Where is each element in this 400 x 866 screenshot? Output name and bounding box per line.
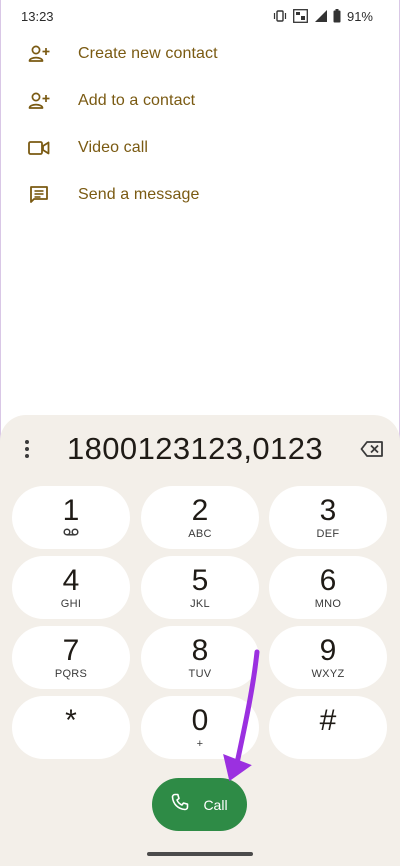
key-letters: PQRS — [54, 667, 88, 680]
battery-percentage: 91% — [346, 8, 373, 24]
key-digit: # — [319, 703, 337, 737]
key-letters: TUV — [188, 667, 212, 680]
person-add-icon — [27, 42, 51, 66]
key-8[interactable]: 8 TUV — [141, 626, 259, 689]
key-letters: ABC — [188, 527, 212, 540]
key-letters: JKL — [190, 597, 210, 610]
key-digit: 8 — [191, 633, 209, 667]
contact-action-list: Create new contact Add to a contact Vide… — [0, 30, 400, 218]
status-icons: 91% — [273, 9, 373, 24]
key-2[interactable]: 2 ABC — [141, 486, 259, 549]
key-digit: 0 — [191, 703, 209, 737]
video-camera-icon — [27, 136, 51, 160]
call-label: Call — [203, 796, 228, 813]
key-letters: WXYZ — [311, 667, 345, 680]
call-button[interactable]: Call — [152, 778, 247, 831]
key-digit: * — [65, 703, 77, 737]
key-4[interactable]: 4 GHI — [12, 556, 130, 619]
battery-icon — [333, 9, 341, 23]
dialed-number[interactable]: 1800123123,0123 — [45, 429, 345, 469]
backspace-icon[interactable] — [358, 435, 386, 463]
add-to-contact-item[interactable]: Add to a contact — [0, 77, 400, 124]
key-letters: GHI — [60, 597, 82, 610]
key-5[interactable]: 5 JKL — [141, 556, 259, 619]
key-letters: MNO — [314, 597, 342, 610]
home-indicator[interactable] — [147, 852, 253, 856]
volte-icon — [293, 9, 308, 23]
key-digit: 6 — [319, 563, 337, 597]
key-hash[interactable]: # — [269, 696, 387, 759]
key-letters: + — [196, 737, 204, 750]
key-star[interactable]: * — [12, 696, 130, 759]
key-9[interactable]: 9 WXYZ — [269, 626, 387, 689]
phone-icon — [171, 793, 189, 816]
status-time: 13:23 — [21, 8, 54, 24]
send-message-label: Send a message — [78, 185, 200, 203]
key-digit: 3 — [319, 493, 337, 527]
create-new-contact-item[interactable]: Create new contact — [0, 30, 400, 77]
send-message-item[interactable]: Send a message — [0, 171, 400, 218]
key-digit: 1 — [62, 493, 80, 527]
key-1[interactable]: 1 — [12, 486, 130, 549]
signal-icon — [314, 10, 327, 22]
key-0[interactable]: 0 + — [141, 696, 259, 759]
key-letters: DEF — [316, 527, 340, 540]
video-call-item[interactable]: Video call — [0, 124, 400, 171]
voicemail-icon — [63, 527, 79, 541]
status-bar: 13:23 91% — [0, 0, 400, 32]
person-add-icon — [27, 89, 51, 113]
key-digit: 2 — [191, 493, 209, 527]
create-new-contact-label: Create new contact — [78, 44, 218, 62]
message-icon — [27, 183, 51, 207]
key-digit: 7 — [62, 633, 80, 667]
key-digit: 4 — [62, 563, 80, 597]
key-digit: 9 — [319, 633, 337, 667]
vibrate-icon — [273, 10, 287, 22]
more-options-icon[interactable] — [19, 437, 35, 461]
key-digit: 5 — [191, 563, 209, 597]
add-to-contact-label: Add to a contact — [78, 91, 196, 109]
key-7[interactable]: 7 PQRS — [12, 626, 130, 689]
key-3[interactable]: 3 DEF — [269, 486, 387, 549]
video-call-label: Video call — [78, 138, 149, 156]
key-6[interactable]: 6 MNO — [269, 556, 387, 619]
